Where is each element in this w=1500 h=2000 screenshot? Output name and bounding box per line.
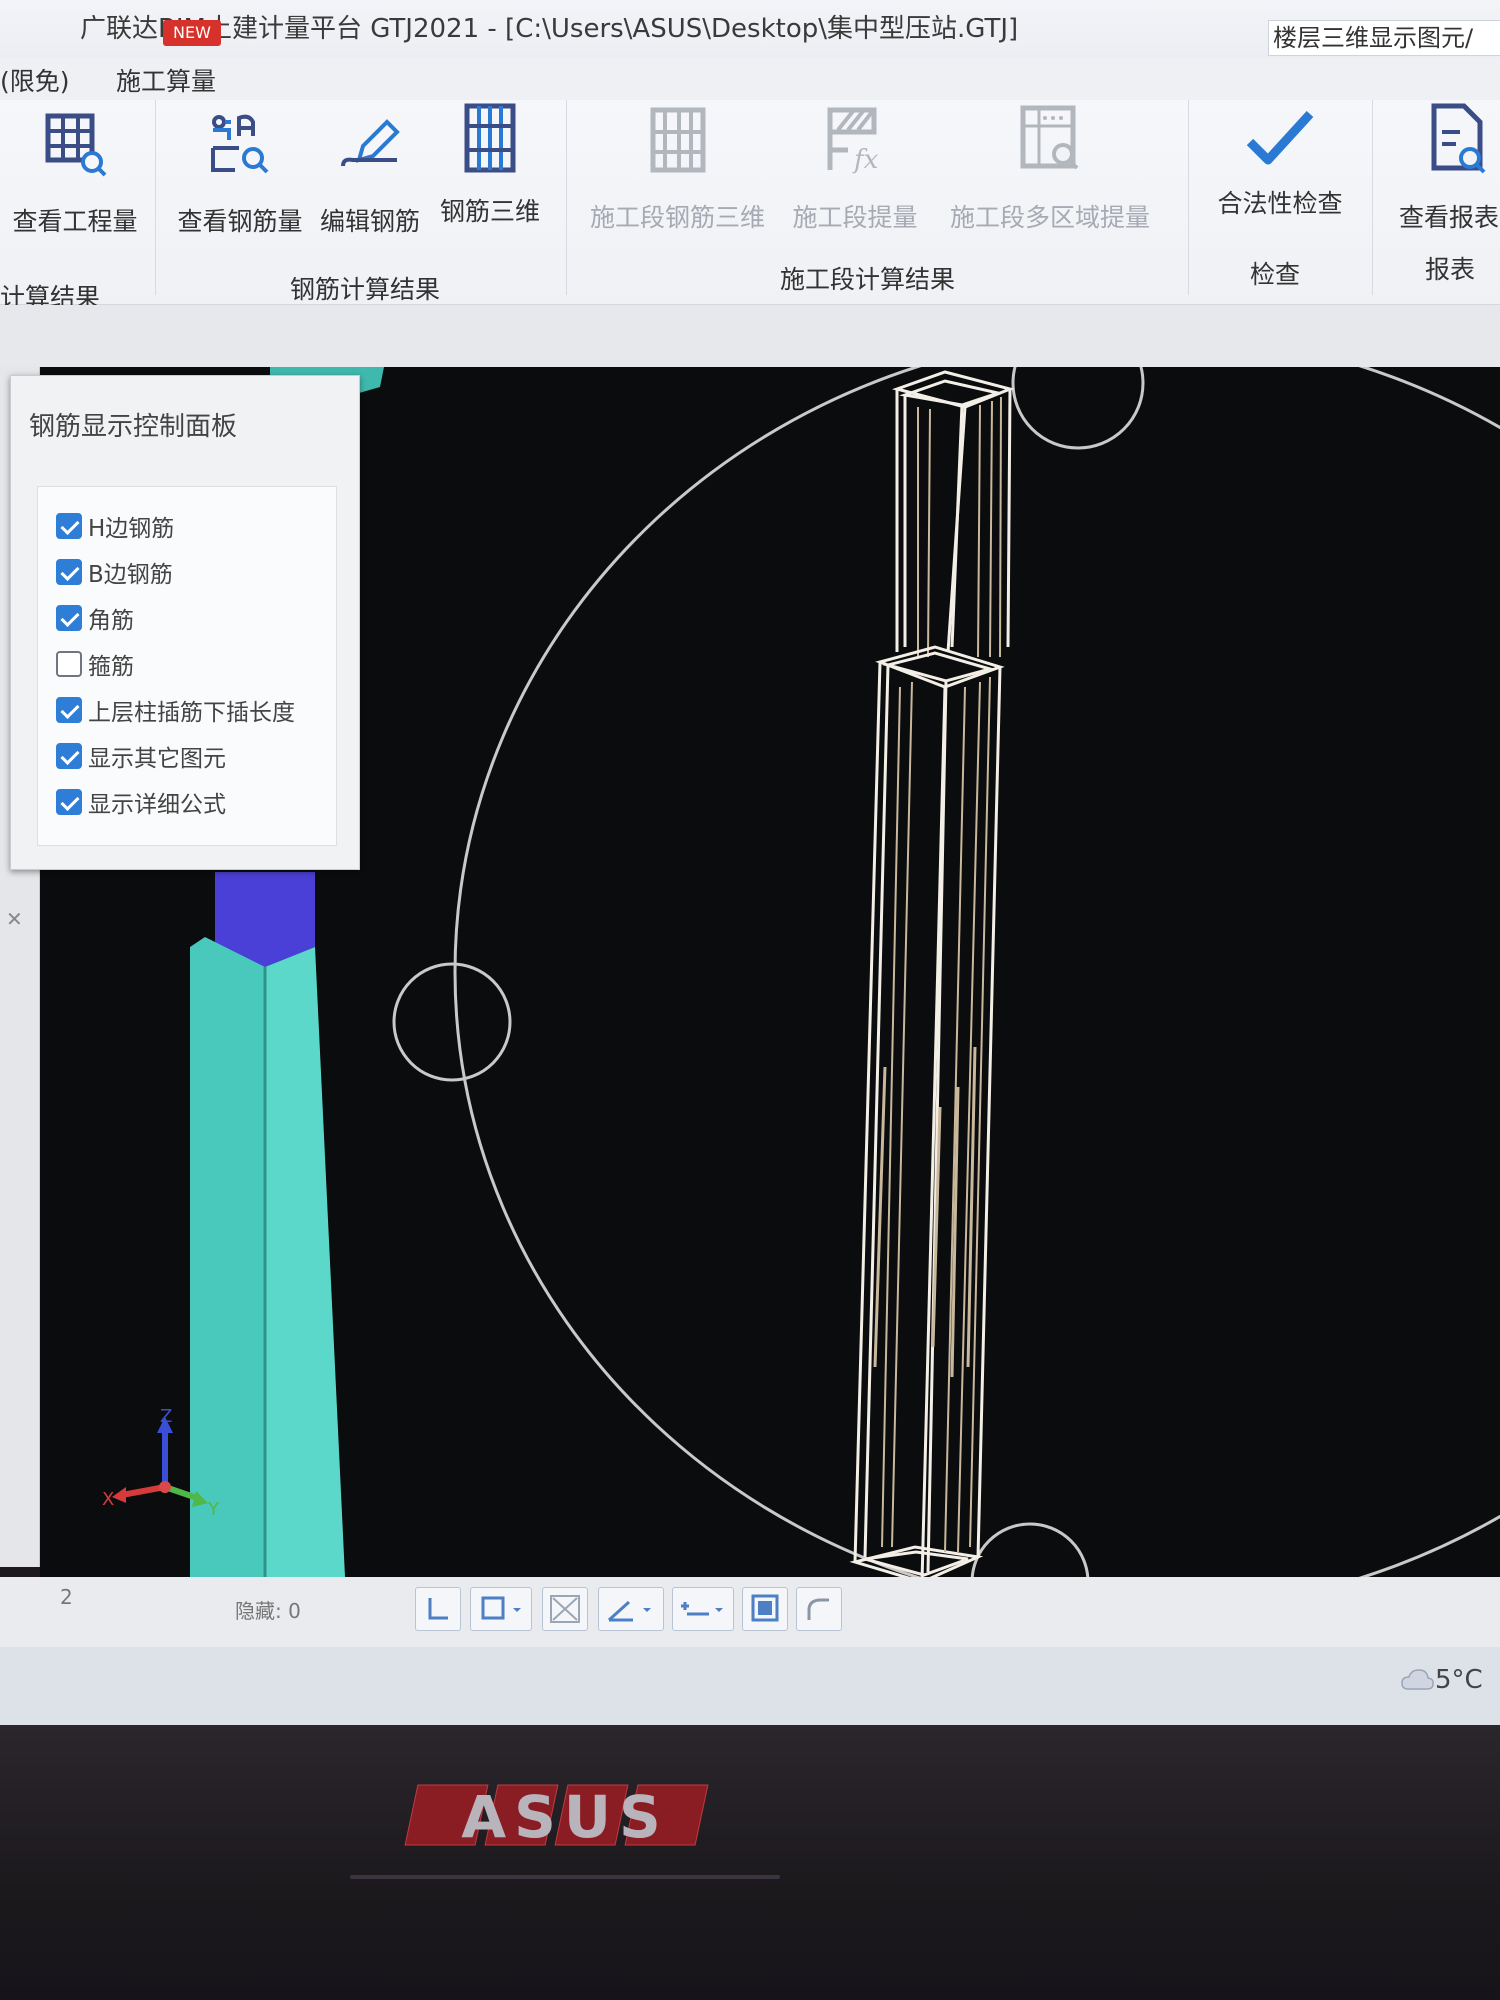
orthogonal-tool-button[interactable] <box>415 1587 461 1631</box>
view-quantity-button[interactable]: 查看工程量 <box>5 110 145 238</box>
snap-square-icon <box>751 1594 779 1622</box>
edit-rebar-button[interactable]: 编辑钢筋 <box>310 110 430 238</box>
ribbon-toolbar: 查看工程量 查看钢筋量 编辑钢筋 钢筋三维 施工段钢筋三维 fx 施工段提量 施… <box>0 100 1500 312</box>
group-label-rebar-results: 钢筋计算结果 <box>290 275 441 304</box>
stage-quantity-button[interactable]: fx 施工段提量 <box>785 100 925 234</box>
menu-item-construction-quantity[interactable]: 施工算量 <box>116 62 216 98</box>
group-separator <box>1188 100 1189 295</box>
view-report-label: 查看报表 <box>1399 203 1500 232</box>
rect-select-button[interactable] <box>470 1587 532 1631</box>
option-upper-column-dowel-length[interactable]: 上层柱插筋下插长度 <box>56 693 295 727</box>
stage-quantity-label: 施工段提量 <box>792 203 918 232</box>
hidden-count: 隐藏: 0 <box>235 1599 301 1623</box>
stage-rebar-3d-icon <box>650 107 705 173</box>
stage-multi-area-icon <box>1020 105 1079 170</box>
validity-check-button[interactable]: 合法性检查 <box>1200 100 1360 220</box>
axis-label-z: Z <box>160 1406 172 1427</box>
angle-icon <box>607 1600 651 1622</box>
checkbox[interactable] <box>56 697 82 723</box>
svg-text:fx: fx <box>852 145 879 175</box>
offset-icon <box>681 1602 723 1616</box>
close-icon[interactable]: ✕ <box>6 907 23 931</box>
checkbox[interactable] <box>56 605 82 631</box>
laptop-bezel: ASUS <box>0 1725 1500 2000</box>
report-search-icon <box>1431 103 1486 174</box>
rebar-search-icon <box>211 114 269 174</box>
taskbar: 5°C <box>0 1647 1500 1725</box>
option-show-detailed-formula[interactable]: 显示详细公式 <box>56 785 226 819</box>
upper-column-wireframe <box>891 370 1015 653</box>
menu-bar: (限免) 施工算量 <box>0 58 1500 100</box>
screen-photo: 广联达BIM土建计量平台 GTJ2021 - [C:\Users\ASUS\De… <box>0 0 1500 2000</box>
view-rebar-quantity-label: 查看钢筋量 <box>177 207 303 236</box>
arc-icon <box>807 1598 829 1620</box>
grid-search-icon <box>45 113 107 177</box>
stage-multi-area-quantity-button[interactable]: 施工段多区域提量 <box>935 100 1165 234</box>
view-report-button[interactable]: 查看报表 <box>1385 100 1500 234</box>
orbit-circle <box>453 367 1500 1577</box>
cyan-column-face-left <box>190 937 265 1577</box>
stage-rebar-3d-button[interactable]: 施工段钢筋三维 <box>580 100 775 234</box>
axis-label-y: Y <box>207 1499 220 1520</box>
orbit-handle-left[interactable] <box>392 962 512 1082</box>
snap-tool-button[interactable] <box>742 1587 788 1631</box>
orbit-handle-top[interactable] <box>1011 367 1145 450</box>
weather-cloud-icon <box>1401 1669 1434 1690</box>
status-bar: 2 隐藏: 0 <box>0 1577 1500 1647</box>
rebar-3d-icon <box>464 103 516 173</box>
corner-icon <box>428 1598 448 1620</box>
asus-logo: ASUS <box>404 1783 709 1851</box>
cross-tool-button[interactable] <box>542 1587 588 1631</box>
checkmark-icon <box>1246 110 1314 165</box>
checkbox[interactable] <box>56 743 82 769</box>
cyan-column-face-right <box>265 947 345 1577</box>
title-bar: 广联达BIM土建计量平台 GTJ2021 - [C:\Users\ASUS\De… <box>0 0 1500 58</box>
rebar-display-control-panel: 钢筋显示控制面板 H边钢筋 B边钢筋 角筋 箍筋 上层柱插筋下插长度 显示其它图… <box>10 375 360 870</box>
rectangle-icon <box>481 1596 521 1620</box>
group-separator <box>155 100 156 295</box>
axis-label-x: X <box>102 1489 114 1510</box>
rebar-3d-label: 钢筋三维 <box>439 197 540 226</box>
view-rebar-quantity-button[interactable]: 查看钢筋量 <box>170 110 310 238</box>
offset-tool-button[interactable] <box>672 1587 734 1631</box>
option-show-other-elements[interactable]: 显示其它图元 <box>56 739 226 773</box>
floor-3d-display-field[interactable]: 楼层三维显示图元/ <box>1268 20 1500 56</box>
new-badge: NEW <box>163 20 221 46</box>
stage-rebar-3d-label: 施工段钢筋三维 <box>589 203 765 232</box>
panel-options: H边钢筋 B边钢筋 角筋 箍筋 上层柱插筋下插长度 显示其它图元 显示详细公式 <box>37 486 337 846</box>
angle-tool-button[interactable] <box>598 1587 664 1631</box>
orbit-handle-bottom[interactable] <box>970 1522 1090 1577</box>
checkbox[interactable] <box>56 651 82 677</box>
cross-icon <box>550 1595 580 1623</box>
toolbar-strip <box>0 305 1500 367</box>
rebar-3d-button[interactable]: 钢筋三维 <box>430 100 550 228</box>
checkbox[interactable] <box>56 789 82 815</box>
pencil-icon <box>341 119 400 167</box>
menu-item-free[interactable]: (限免) <box>0 62 70 98</box>
stage-formula-icon: fx <box>827 107 879 175</box>
bezel-vent <box>350 1875 780 1879</box>
brand-text: ASUS <box>461 1783 669 1851</box>
weather-temperature: 5°C <box>1435 1665 1483 1695</box>
group-label-report: 报表 <box>1425 255 1476 284</box>
option-b-side-rebar[interactable]: B边钢筋 <box>56 555 173 589</box>
group-label-stage-results: 施工段计算结果 <box>780 265 956 294</box>
option-corner-rebar[interactable]: 角筋 <box>56 601 134 635</box>
checkbox[interactable] <box>56 513 82 539</box>
option-stirrup[interactable]: 箍筋 <box>56 647 134 681</box>
panel-title: 钢筋显示控制面板 <box>29 412 238 442</box>
checkbox[interactable] <box>56 559 82 585</box>
option-h-side-rebar[interactable]: H边钢筋 <box>56 509 174 543</box>
stage-multi-area-label: 施工段多区域提量 <box>949 203 1150 232</box>
group-label-check: 检查 <box>1250 260 1301 289</box>
group-separator <box>1372 100 1373 295</box>
validity-check-label: 合法性检查 <box>1217 189 1343 218</box>
group-separator <box>566 100 567 295</box>
arc-tool-button[interactable] <box>796 1587 842 1631</box>
view-quantity-label: 查看工程量 <box>12 207 138 236</box>
status-number: 2 <box>60 1585 73 1609</box>
edit-rebar-label: 编辑钢筋 <box>319 207 420 236</box>
